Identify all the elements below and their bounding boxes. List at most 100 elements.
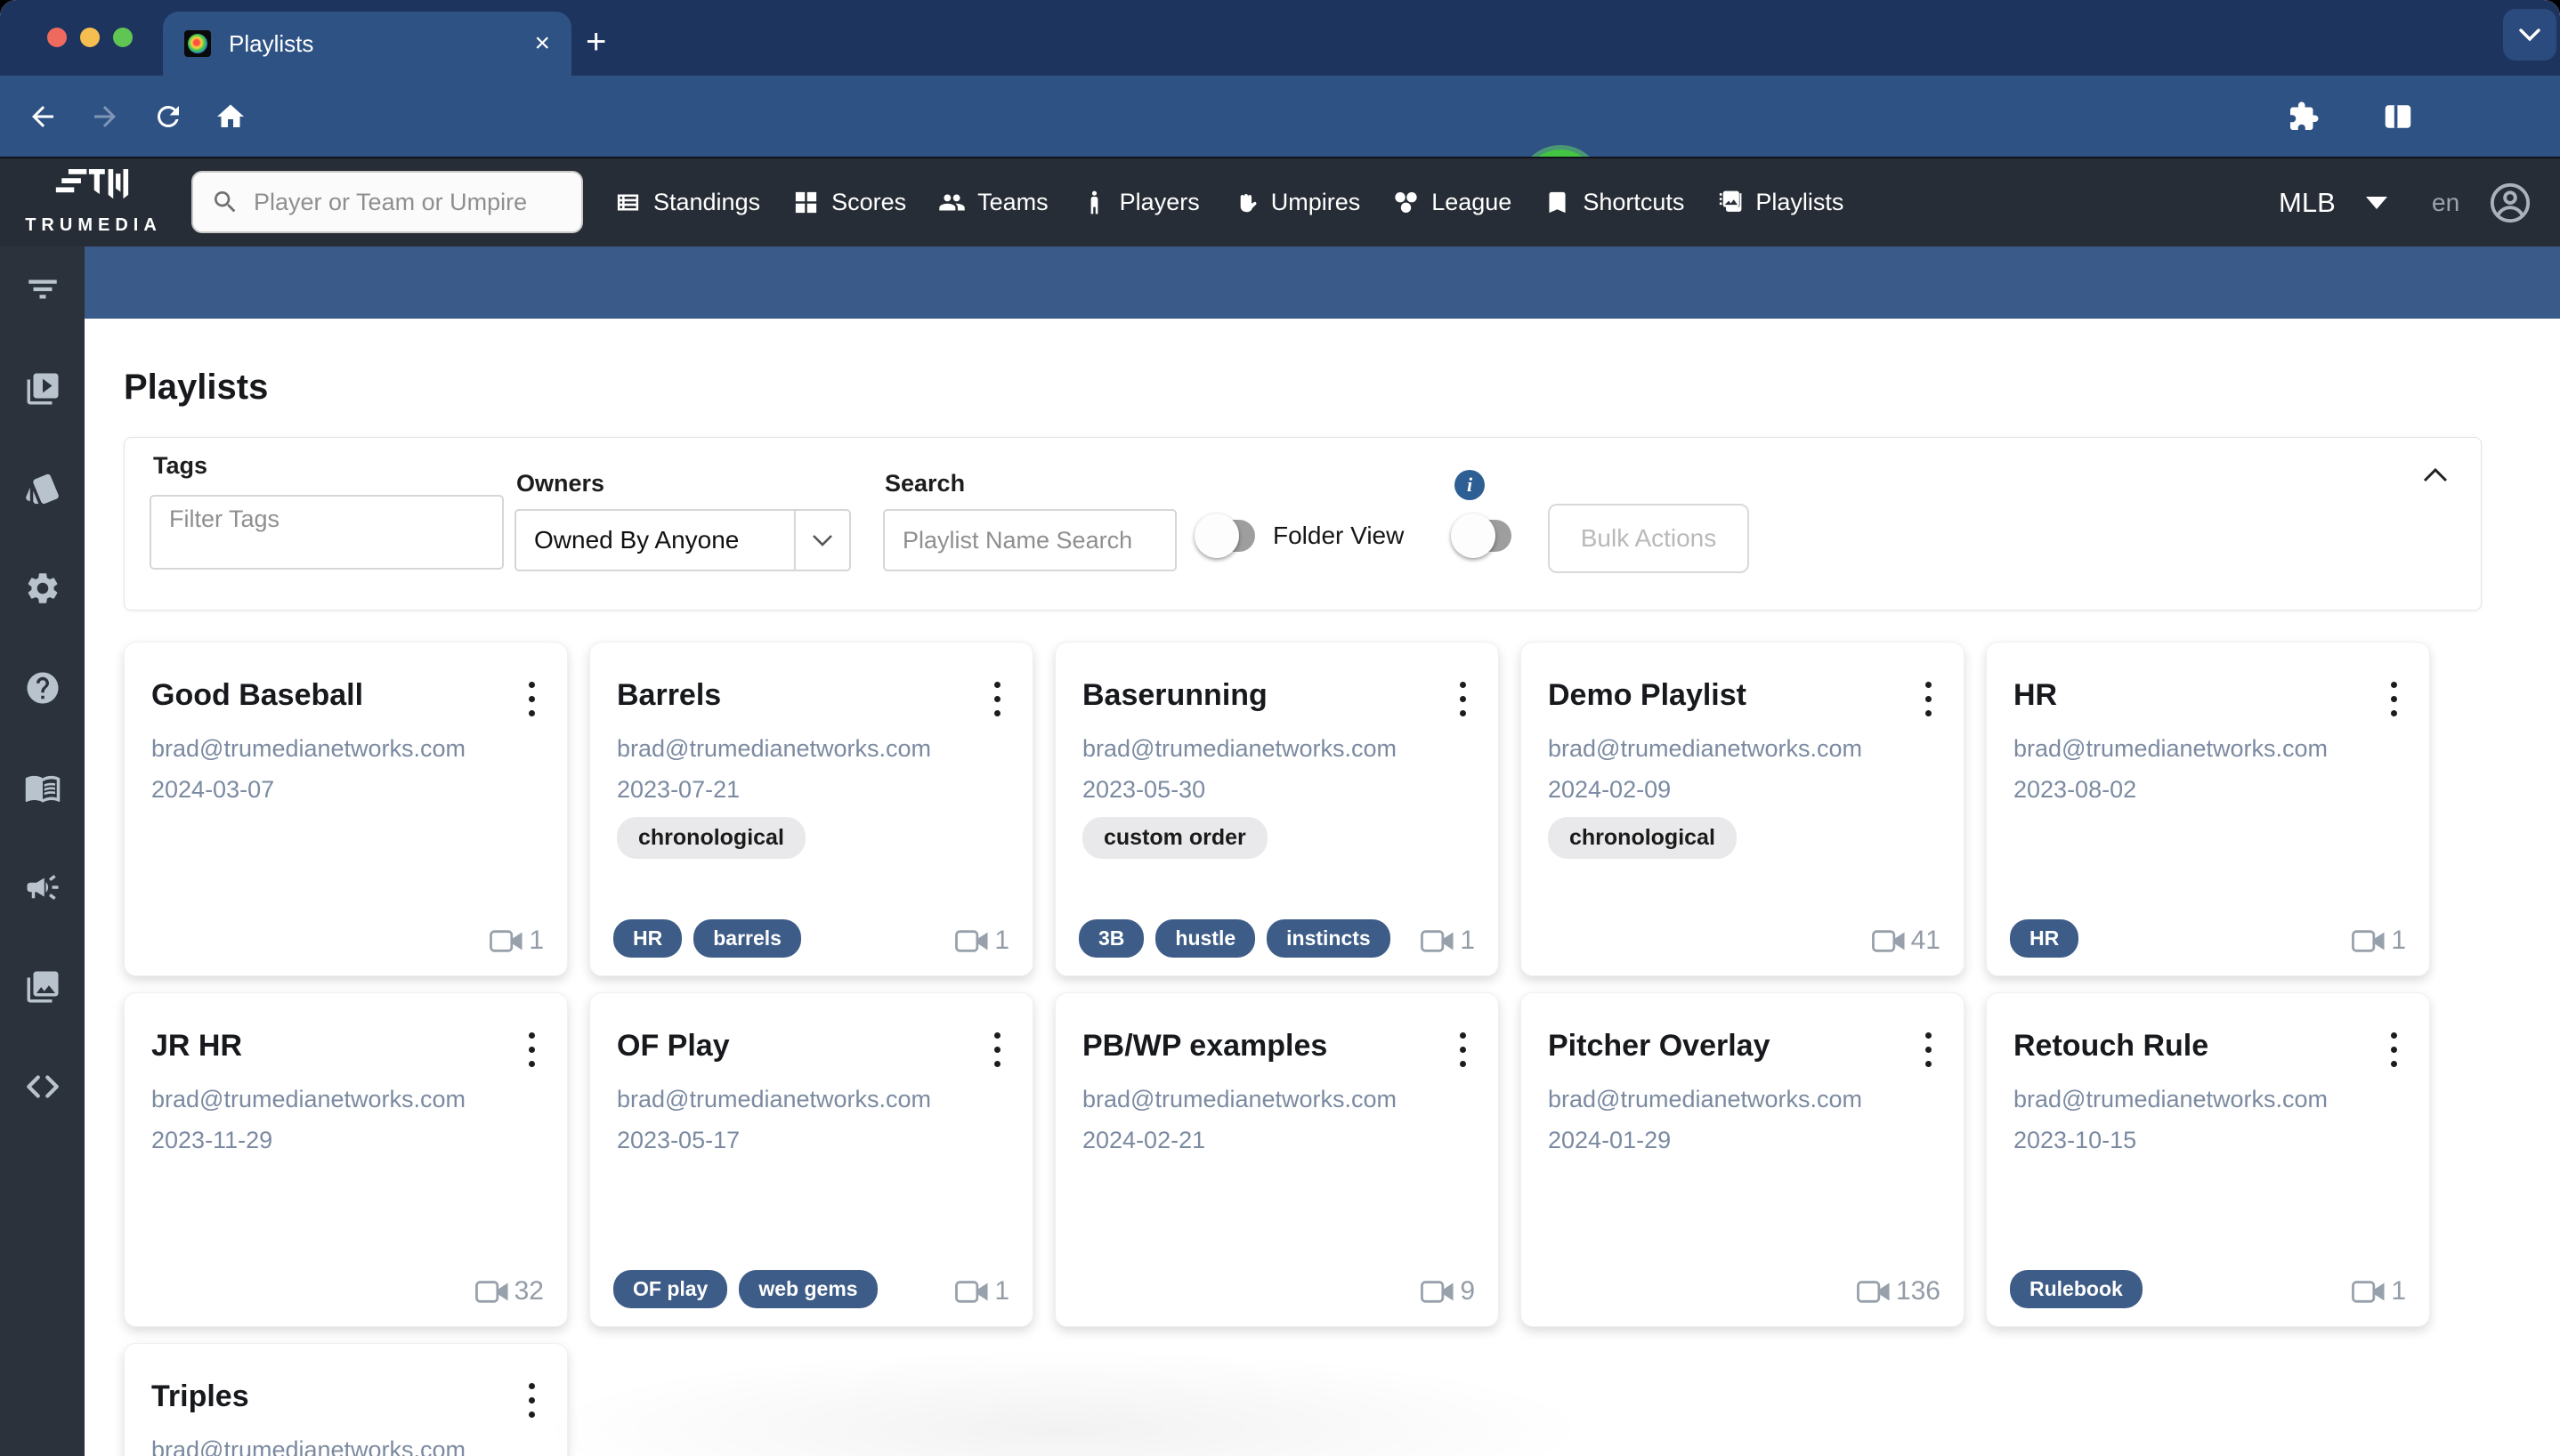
- browser-window: Playlists × + mlbdemo.trumedianetworks.c…: [0, 0, 2560, 1456]
- bulk-select-toggle[interactable]: [1451, 514, 1511, 558]
- search-label: Search: [885, 470, 966, 497]
- playlist-date: 2024-01-29: [1548, 1127, 1672, 1153]
- filter-icon[interactable]: [24, 271, 61, 308]
- tag-pill: barrels: [693, 919, 801, 958]
- playlist-card[interactable]: JR HR brad@trumedianetworks.com 2023-11-…: [124, 992, 568, 1327]
- video-camera-icon: [1857, 1280, 1891, 1304]
- nav-item[interactable]: Umpires: [1232, 189, 1360, 216]
- book-icon[interactable]: [24, 769, 61, 806]
- card-menu-icon[interactable]: [994, 1032, 1001, 1067]
- video-camera-icon: [474, 1280, 509, 1304]
- card-menu-icon[interactable]: [2391, 682, 2397, 716]
- account-icon[interactable]: [2487, 180, 2533, 226]
- scroll-fade: [530, 1349, 1598, 1456]
- card-menu-icon[interactable]: [994, 682, 1001, 716]
- card-menu-icon[interactable]: [1460, 1032, 1466, 1067]
- tag-list: 3B hustle instincts: [1079, 919, 1390, 958]
- search-icon: [215, 191, 236, 213]
- tag-pill: HR: [2010, 919, 2079, 958]
- window-zoom-button[interactable]: [113, 28, 133, 47]
- card-menu-icon[interactable]: [2391, 1032, 2397, 1067]
- nav-item-label: Playlists: [1755, 189, 1844, 215]
- nav-item[interactable]: Playlists: [1716, 189, 1843, 216]
- playlist-card[interactable]: PB/WP examples brad@trumedianetworks.com…: [1055, 992, 1499, 1327]
- global-search[interactable]: [191, 171, 583, 233]
- extensions-puzzle-icon[interactable]: [2288, 101, 2320, 133]
- card-menu-icon[interactable]: [1460, 682, 1466, 716]
- order-pill: chronological: [1548, 817, 1737, 859]
- help-icon[interactable]: [24, 669, 61, 707]
- playlist-card[interactable]: OF Play brad@trumedianetworks.com 2023-0…: [589, 992, 1033, 1327]
- clip-count-value: 1: [994, 1276, 1009, 1306]
- new-tab-icon[interactable]: +: [586, 24, 606, 60]
- nav-item-label: Teams: [977, 189, 1049, 215]
- nav-item[interactable]: League: [1392, 189, 1511, 216]
- playlist-search-input[interactable]: [883, 509, 1177, 571]
- owners-select[interactable]: Owned By Anyone: [514, 509, 851, 571]
- bulk-actions-button[interactable]: Bulk Actions: [1548, 504, 1749, 573]
- main-nav: Standings Scores Teams Players Umpires L…: [614, 158, 1843, 247]
- tags-filter-input[interactable]: [150, 495, 504, 570]
- folder-view-toggle[interactable]: [1195, 514, 1255, 558]
- image-stack-icon[interactable]: [24, 968, 61, 1006]
- playlist-date: 2024-02-21: [1082, 1127, 1206, 1153]
- window-close-button[interactable]: [47, 28, 67, 47]
- teams-icon: [938, 189, 966, 216]
- video-camera-icon: [2352, 929, 2386, 953]
- playlist-card[interactable]: Barrels brad@trumedianetworks.com 2023-0…: [589, 642, 1033, 976]
- card-menu-icon[interactable]: [1925, 1032, 1932, 1067]
- cards-icon[interactable]: [24, 470, 61, 507]
- page-banner: [85, 247, 2560, 319]
- nav-item[interactable]: Shortcuts: [1543, 189, 1684, 216]
- back-button[interactable]: [27, 101, 59, 133]
- browser-tab[interactable]: Playlists ×: [163, 12, 571, 76]
- trumedia-logo[interactable]: TRUMEDIA: [18, 166, 169, 236]
- video-playlist-icon[interactable]: [24, 370, 61, 408]
- playlist-card[interactable]: Pitcher Overlay brad@trumedianetworks.co…: [1520, 992, 1965, 1327]
- video-camera-icon: [490, 929, 523, 953]
- home-button[interactable]: [215, 101, 247, 133]
- playlist-card[interactable]: Baserunning brad@trumedianetworks.com 20…: [1055, 642, 1499, 976]
- window-minimize-button[interactable]: [80, 28, 100, 47]
- search-input[interactable]: [252, 187, 558, 217]
- reload-button[interactable]: [152, 101, 184, 133]
- nav-item[interactable]: Teams: [938, 189, 1049, 216]
- nav-item[interactable]: Players: [1081, 189, 1200, 216]
- owners-select-value: Owned By Anyone: [534, 526, 740, 554]
- code-icon[interactable]: [24, 1068, 61, 1105]
- trumedia-mark-icon: [55, 169, 129, 199]
- playlist-title: PB/WP examples: [1082, 1029, 1328, 1063]
- side-panel-icon[interactable]: [2382, 101, 2414, 133]
- card-menu-icon[interactable]: [529, 682, 535, 716]
- gear-icon[interactable]: [24, 570, 61, 607]
- collapse-panel-icon[interactable]: [2422, 466, 2449, 484]
- info-icon[interactable]: i: [1454, 470, 1485, 500]
- playlist-card[interactable]: Triples brad@trumedianetworks.com: [124, 1343, 568, 1456]
- clip-count: 1: [490, 926, 544, 956]
- playlist-card[interactable]: Retouch Rule brad@trumedianetworks.com 2…: [1986, 992, 2430, 1327]
- card-menu-icon[interactable]: [529, 1032, 535, 1067]
- select-chevron-icon: [796, 534, 849, 546]
- playlist-date: 2024-02-09: [1548, 776, 1672, 803]
- playlist-card[interactable]: Demo Playlist brad@trumedianetworks.com …: [1520, 642, 1965, 976]
- playlist-card[interactable]: HR brad@trumedianetworks.com 2023-08-02 …: [1986, 642, 2430, 976]
- tab-list-button[interactable]: [2503, 9, 2556, 61]
- playlist-card[interactable]: Good Baseball brad@trumedianetworks.com …: [124, 642, 568, 976]
- clip-count: 1: [2352, 926, 2406, 956]
- page-title: Playlists: [124, 368, 269, 407]
- card-menu-icon[interactable]: [1925, 682, 1932, 716]
- nav-item[interactable]: Scores: [792, 189, 906, 216]
- playlist-owner: brad@trumedianetworks.com: [1548, 735, 1863, 762]
- forward-button[interactable]: [89, 101, 121, 133]
- tag-pill: HR: [613, 919, 683, 958]
- clip-count: 1: [2352, 1276, 2406, 1306]
- nav-item[interactable]: Standings: [614, 189, 760, 216]
- clip-count-value: 1: [2391, 926, 2406, 955]
- league-selector[interactable]: MLB: [2279, 158, 2387, 247]
- megaphone-icon[interactable]: [24, 869, 61, 906]
- playlist-owner: brad@trumedianetworks.com: [1548, 1086, 1863, 1112]
- playlist-date: 2024-03-07: [151, 776, 275, 803]
- tab-close-icon[interactable]: ×: [534, 30, 550, 57]
- language-selector[interactable]: en: [2432, 158, 2459, 247]
- shortcuts-icon: [1543, 189, 1571, 216]
